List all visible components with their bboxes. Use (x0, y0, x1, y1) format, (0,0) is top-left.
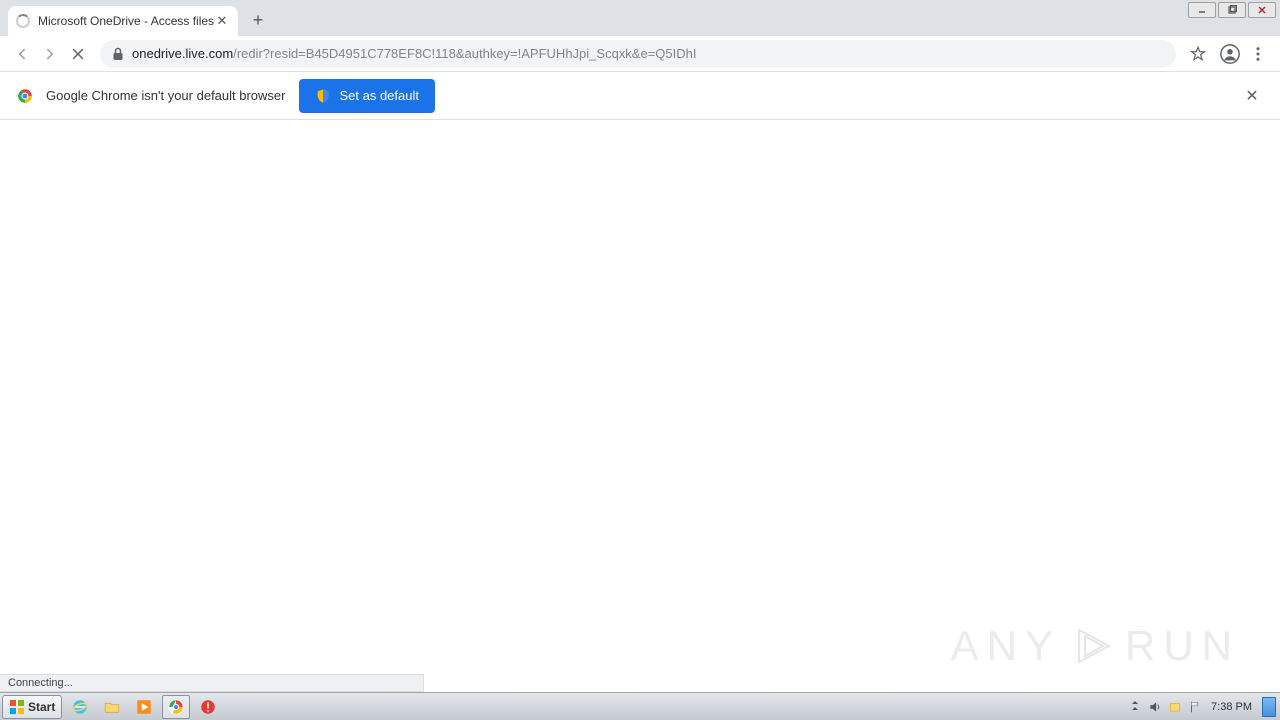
chrome-menu-button[interactable] (1244, 40, 1272, 68)
stop-reload-button[interactable] (64, 40, 92, 68)
page-content (0, 120, 1280, 692)
set-default-label: Set as default (339, 88, 419, 103)
taskbar-ie-icon[interactable] (66, 695, 94, 719)
taskbar-red-icon[interactable] (194, 695, 222, 719)
tray-expand-icon[interactable] (1125, 695, 1145, 719)
default-browser-infobar: Google Chrome isn't your default browser… (0, 72, 1280, 120)
chrome-icon (16, 87, 34, 105)
taskbar-chrome-icon[interactable] (162, 695, 190, 719)
maximize-button[interactable] (1218, 2, 1246, 18)
address-bar[interactable]: onedrive.live.com/redir?resid=B45D4951C7… (100, 40, 1176, 68)
loading-spinner-icon (16, 14, 30, 28)
profile-button[interactable] (1216, 40, 1244, 68)
infobar-close-button[interactable]: ✕ (1240, 84, 1264, 108)
close-tab-button[interactable]: ✕ (214, 13, 230, 29)
back-button[interactable] (8, 40, 36, 68)
url-path: /redir?resid=B45D4951C778EF8C!118&authke… (233, 46, 696, 61)
url-host: onedrive.live.com (132, 46, 233, 61)
forward-button[interactable] (36, 40, 64, 68)
flag-icon[interactable] (1185, 695, 1205, 719)
infobar-message: Google Chrome isn't your default browser (46, 88, 285, 103)
tray-folder-icon[interactable] (1165, 695, 1185, 719)
play-icon (1073, 626, 1113, 666)
watermark-right: RUN (1125, 622, 1240, 670)
clock[interactable]: 7:38 PM (1205, 701, 1258, 713)
bookmark-button[interactable] (1184, 40, 1212, 68)
browser-tab[interactable]: Microsoft OneDrive - Access files an ✕ (8, 6, 238, 36)
window-controls (1188, 2, 1276, 18)
watermark: ANY RUN (951, 622, 1240, 670)
start-button[interactable]: Start (2, 695, 62, 719)
browser-toolbar: onedrive.live.com/redir?resid=B45D4951C7… (0, 36, 1280, 72)
shield-icon (315, 88, 331, 104)
status-bar: Connecting... (0, 674, 424, 692)
taskbar: Start 7:38 PM (0, 692, 1280, 720)
new-tab-button[interactable]: + (244, 6, 272, 34)
minimize-button[interactable] (1188, 2, 1216, 18)
show-desktop-button[interactable] (1262, 697, 1276, 717)
set-default-button[interactable]: Set as default (299, 79, 435, 113)
lock-icon (112, 47, 124, 61)
system-tray: 7:38 PM (1125, 693, 1280, 720)
url-text: onedrive.live.com/redir?resid=B45D4951C7… (132, 46, 696, 61)
taskbar-explorer-icon[interactable] (98, 695, 126, 719)
volume-icon[interactable] (1145, 695, 1165, 719)
windows-icon (9, 699, 25, 715)
tab-title: Microsoft OneDrive - Access files an (38, 14, 214, 28)
watermark-left: ANY (951, 622, 1061, 670)
close-window-button[interactable] (1248, 2, 1276, 18)
taskbar-media-icon[interactable] (130, 695, 158, 719)
tab-strip: Microsoft OneDrive - Access files an ✕ + (0, 0, 1280, 36)
start-label: Start (28, 700, 55, 714)
